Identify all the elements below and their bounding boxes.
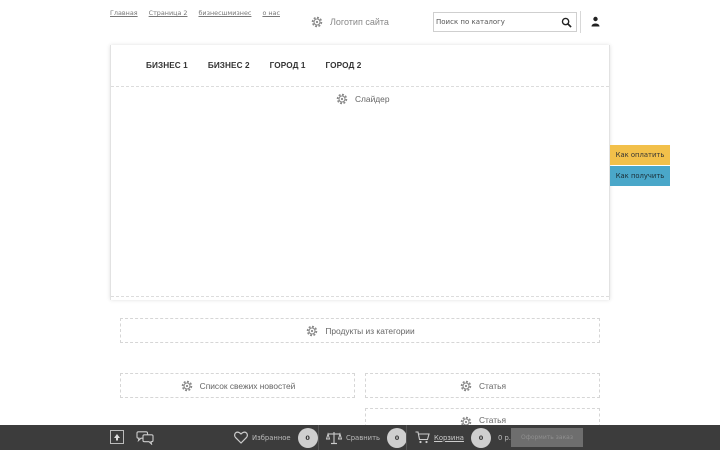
top-link-business[interactable]: бизнесшмизнес xyxy=(198,9,251,17)
article-block: Статья xyxy=(365,373,600,398)
slider-label: Слайдер xyxy=(355,94,390,104)
top-link-home[interactable]: Главная xyxy=(110,9,138,17)
compare-count: 0 xyxy=(387,427,408,448)
bar-divider xyxy=(406,425,407,450)
favorites-count: 0 xyxy=(297,427,318,448)
cart[interactable]: Корзина 0 0 р. xyxy=(415,425,511,450)
slider-placeholder: Слайдер xyxy=(111,87,609,297)
main-nav: БИЗНЕС 1 БИЗНЕС 2 ГОРОД 1 ГОРОД 2 xyxy=(111,45,609,87)
nav-item-city-1[interactable]: ГОРОД 1 xyxy=(270,61,306,70)
top-link-page2[interactable]: Страница 2 xyxy=(149,9,188,17)
arrow-up-icon xyxy=(114,434,120,441)
header-divider xyxy=(580,11,581,33)
gear-icon xyxy=(181,380,192,391)
cart-count: 0 xyxy=(470,427,491,448)
news-block-label: Список свежих новостей xyxy=(199,380,296,391)
heart-icon xyxy=(234,431,248,444)
search-box xyxy=(433,12,577,32)
nav-item-business-2[interactable]: БИЗНЕС 2 xyxy=(208,61,250,70)
scroll-up-button[interactable] xyxy=(110,430,124,444)
chat-icon[interactable] xyxy=(136,431,154,445)
gear-icon xyxy=(307,325,318,336)
news-block: Список свежих новостей xyxy=(120,373,355,398)
gear-icon xyxy=(311,16,323,28)
search-icon[interactable] xyxy=(561,17,572,28)
site-logo[interactable]: Логотип сайта xyxy=(310,15,389,29)
logo-label: Логотип сайта xyxy=(330,17,389,27)
products-block-label: Продукты из категории xyxy=(325,325,415,336)
article-block-2-label: Статья xyxy=(479,415,506,425)
compare[interactable]: Сравнить 0 xyxy=(326,425,408,450)
bottom-bar: Избранное 0 Сравнить 0 Корзина 0 0 р. Оф… xyxy=(0,425,720,450)
compare-label: Сравнить xyxy=(346,433,381,442)
how-to-receive-button[interactable]: Как получить xyxy=(610,166,670,186)
nav-item-city-2[interactable]: ГОРОД 2 xyxy=(326,61,362,70)
main-panel: БИЗНЕС 1 БИЗНЕС 2 ГОРОД 1 ГОРОД 2 Слайде… xyxy=(110,45,610,300)
top-link-about[interactable]: о нас xyxy=(262,9,280,17)
search-input[interactable] xyxy=(434,18,554,26)
favorites-label: Избранное xyxy=(252,433,291,442)
gear-icon xyxy=(336,93,348,105)
products-block: Продукты из категории xyxy=(120,318,600,343)
user-icon[interactable] xyxy=(591,16,600,27)
how-to-pay-button[interactable]: Как оплатить xyxy=(610,145,670,165)
nav-item-business-1[interactable]: БИЗНЕС 1 xyxy=(146,61,188,70)
cart-icon xyxy=(415,431,430,444)
gear-icon xyxy=(460,380,472,391)
checkout-button[interactable]: Оформить заказ xyxy=(511,428,583,447)
top-links: Главная Страница 2 бизнесшмизнес о нас xyxy=(110,9,280,17)
article-block-label: Статья xyxy=(479,380,506,391)
cart-label[interactable]: Корзина xyxy=(434,434,464,442)
bar-divider xyxy=(318,425,319,450)
cart-sum: 0 р. xyxy=(497,433,511,442)
favorites[interactable]: Избранное 0 xyxy=(234,425,318,450)
scales-icon xyxy=(326,431,342,444)
